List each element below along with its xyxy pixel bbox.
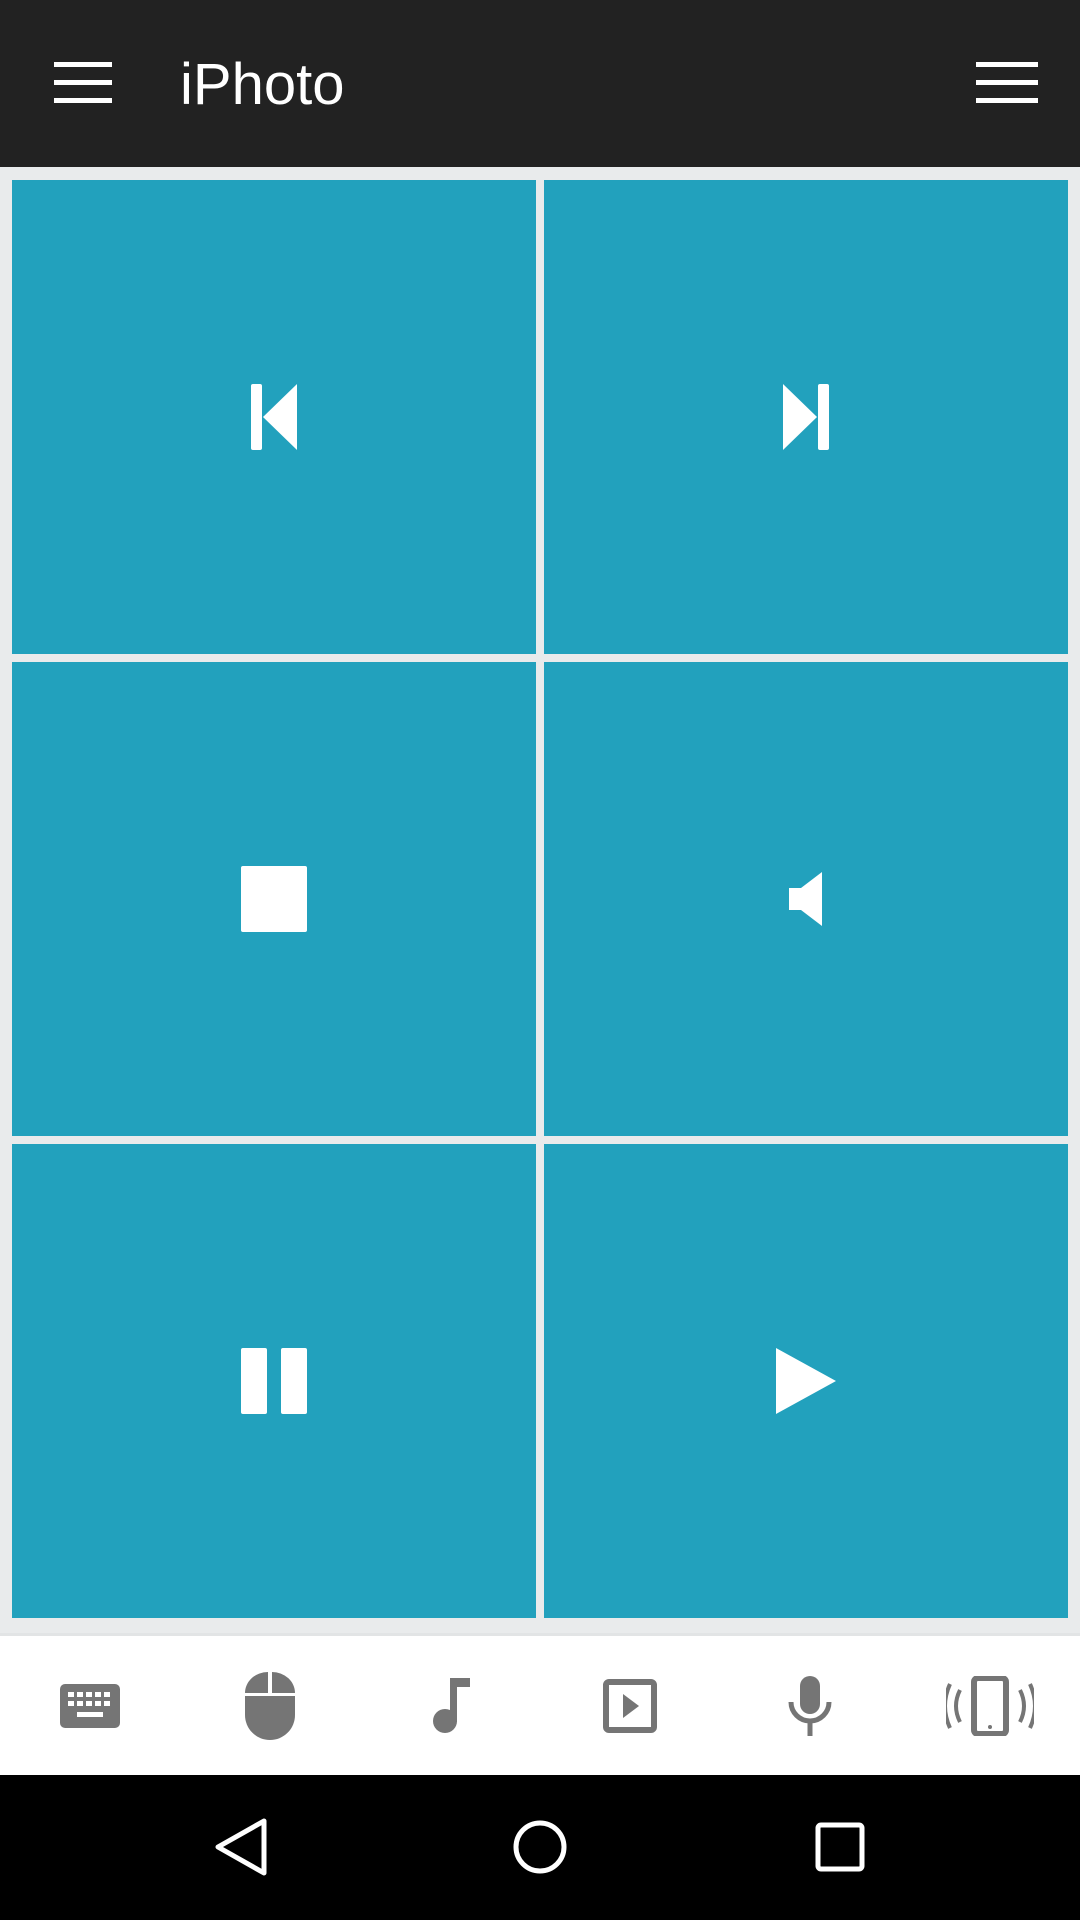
mouse-icon	[245, 1671, 295, 1740]
microphone-icon	[788, 1675, 832, 1736]
recents-square-icon	[815, 1822, 865, 1872]
bottom-tab-bar	[0, 1633, 1080, 1775]
system-navigation-bar	[0, 1775, 1080, 1920]
hamburger-menu-icon[interactable]	[54, 62, 112, 104]
pause-button[interactable]	[12, 1144, 536, 1618]
music-note-icon	[433, 1677, 470, 1733]
keyboard-icon	[60, 1683, 120, 1728]
volume-mute-icon	[789, 872, 822, 926]
play-button[interactable]	[544, 1144, 1068, 1618]
recents-button[interactable]	[790, 1797, 890, 1897]
stop-icon	[241, 866, 307, 932]
back-button[interactable]	[190, 1797, 290, 1897]
pause-icon	[241, 1348, 307, 1414]
tab-slideshow[interactable]	[540, 1636, 720, 1775]
slideshow-icon	[603, 1678, 657, 1733]
tab-vibrate[interactable]	[900, 1636, 1080, 1775]
home-circle-icon	[513, 1820, 567, 1874]
app-title: iPhoto	[180, 52, 345, 117]
home-button[interactable]	[490, 1797, 590, 1897]
tab-music[interactable]	[360, 1636, 540, 1775]
overflow-menu-icon[interactable]	[976, 62, 1038, 104]
stop-button[interactable]	[12, 662, 536, 1136]
media-control-grid	[0, 167, 1080, 1633]
play-icon	[776, 1348, 836, 1414]
previous-track-button[interactable]	[12, 180, 536, 654]
tab-microphone[interactable]	[720, 1636, 900, 1775]
app-bar: iPhoto	[0, 0, 1080, 167]
next-track-button[interactable]	[544, 180, 1068, 654]
tab-keyboard[interactable]	[0, 1636, 180, 1775]
vibrate-phone-icon	[946, 1675, 1034, 1736]
skip-next-icon	[783, 384, 829, 450]
volume-button[interactable]	[544, 662, 1068, 1136]
skip-previous-icon	[251, 384, 297, 450]
back-triangle-icon	[215, 1818, 267, 1876]
tab-mouse[interactable]	[180, 1636, 360, 1775]
